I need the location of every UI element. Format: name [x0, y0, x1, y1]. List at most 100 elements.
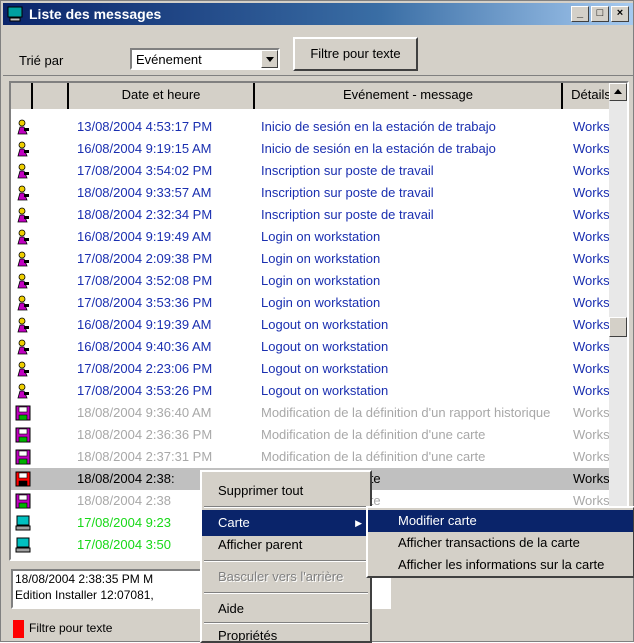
column-header-flag[interactable]	[33, 83, 69, 109]
sort-value: Evénement	[136, 52, 202, 67]
row-message: Login on workstation	[261, 273, 381, 288]
row-details: Workst	[573, 207, 614, 222]
row-date: 16/08/2004 9:40:36 AM	[77, 339, 212, 354]
close-button[interactable]: ×	[611, 6, 629, 22]
list-item[interactable]: 16/08/2004 9:19:39 AM Logout on workstati…	[11, 314, 619, 336]
menu-item-card-info[interactable]: Afficher les informations sur la carte	[368, 554, 633, 576]
menu-item-properties[interactable]: Propriétés	[202, 624, 370, 641]
list-item[interactable]: 18/08/2004 2:36:36 PM Modification de la …	[11, 424, 619, 446]
list-item[interactable]: 18/08/2004 2:32:34 PM Inscription sur pos…	[11, 204, 619, 226]
row-details: Workst	[573, 251, 614, 266]
row-message: Modification de la définition d'une cart…	[261, 449, 486, 464]
row-details: Workst	[573, 273, 614, 288]
row-date: 18/08/2004 2:38	[77, 493, 171, 508]
status-indicator	[13, 620, 24, 638]
row-date: 18/08/2004 2:37:31 PM	[77, 449, 213, 464]
person-icon	[15, 273, 31, 289]
list-item[interactable]: 18/08/2004 9:33:57 AM Inscription sur pos…	[11, 182, 619, 204]
list-item[interactable]: 16/08/2004 9:40:36 AM Logout on workstati…	[11, 336, 619, 358]
row-message: Logout on workstation	[261, 383, 389, 398]
row-message: Inscription sur poste de travail	[261, 207, 434, 222]
row-message: Logout on workstation	[261, 339, 389, 354]
status-text: Filtre pour texte	[29, 621, 113, 635]
row-message: Modification de la définition d'un rappo…	[261, 405, 551, 420]
row-details: Workst	[573, 427, 614, 442]
list-item[interactable]: 17/08/2004 3:54:02 PM Inscription sur pos…	[11, 160, 619, 182]
menu-item-help[interactable]: Aide	[202, 596, 370, 622]
computer-icon	[15, 537, 31, 553]
menu-item-delete-all[interactable]: Supprimer tout	[202, 478, 370, 504]
scroll-up-icon[interactable]	[609, 83, 627, 101]
row-details: Workst	[573, 339, 614, 354]
app-icon	[7, 6, 23, 22]
list-item[interactable]: 17/08/2004 3:52:08 PM Login on workstatio…	[11, 270, 619, 292]
row-date: 17/08/2004 3:54:02 PM	[77, 163, 213, 178]
list-item[interactable]: 16/08/2004 9:19:15 AM Inicio de sesión en…	[11, 138, 619, 160]
list-item[interactable]: 17/08/2004 3:53:36 PM Login on workstatio…	[11, 292, 619, 314]
vertical-scrollbar[interactable]	[609, 83, 627, 559]
column-header-icon[interactable]	[11, 83, 33, 109]
sort-label: Trié par	[19, 53, 64, 68]
messages-window: Liste des messages _ □ × Trié par Evénem…	[0, 0, 634, 643]
scroll-thumb[interactable]	[609, 317, 627, 337]
row-message: Inscription sur poste de travail	[261, 163, 434, 178]
row-date: 17/08/2004 3:53:36 PM	[77, 295, 213, 310]
row-date: 18/08/2004 2:36:36 PM	[77, 427, 213, 442]
row-details: Workst	[573, 229, 614, 244]
sort-combobox[interactable]: Evénement	[130, 48, 280, 70]
dropdown-arrow-icon[interactable]	[261, 50, 278, 68]
row-details: Workst	[573, 141, 614, 156]
maximize-button[interactable]: □	[591, 6, 609, 22]
person-icon	[15, 207, 31, 223]
row-date: 16/08/2004 9:19:49 AM	[77, 229, 212, 244]
title-bar[interactable]: Liste des messages _ □ ×	[3, 3, 633, 25]
list-item[interactable]: 16/08/2004 9:19:49 AM Login on workstatio…	[11, 226, 619, 248]
row-details: Workst	[573, 295, 614, 310]
person-icon	[15, 383, 31, 399]
menu-item-card-transactions[interactable]: Afficher transactions de la carte	[368, 532, 633, 554]
menu-item-show-parent[interactable]: Afficher parent	[202, 532, 370, 558]
list-item[interactable]: 13/08/2004 4:53:17 PM Inicio de sesión en…	[11, 116, 619, 138]
disk-icon	[15, 427, 31, 443]
person-icon	[15, 339, 31, 355]
row-details: Workst	[573, 185, 614, 200]
row-date: 18/08/2004 2:32:34 PM	[77, 207, 213, 222]
person-icon	[15, 163, 31, 179]
row-date: 17/08/2004 3:53:26 PM	[77, 383, 213, 398]
person-icon	[15, 295, 31, 311]
row-date: 18/08/2004 9:33:57 AM	[77, 185, 212, 200]
row-date: 18/08/2004 2:38:	[77, 471, 175, 486]
person-icon	[15, 119, 31, 135]
list-item[interactable]: 17/08/2004 3:53:26 PM Logout on workstati…	[11, 380, 619, 402]
row-details: Workst	[573, 119, 614, 134]
person-icon	[15, 317, 31, 333]
row-date: 17/08/2004 3:52:08 PM	[77, 273, 213, 288]
filter-text-button[interactable]: Filtre pour texte	[293, 37, 418, 71]
context-menu: Supprimer tout Carte ▶ Afficher parent B…	[200, 470, 372, 643]
minimize-button[interactable]: _	[571, 6, 589, 22]
row-message: Inicio de sesión en la estación de traba…	[261, 141, 496, 156]
row-date: 17/08/2004 2:23:06 PM	[77, 361, 213, 376]
disk-icon	[15, 449, 31, 465]
column-header-event[interactable]: Evénement - message	[255, 83, 563, 109]
computer-icon	[15, 515, 31, 531]
menu-separator	[204, 560, 368, 562]
row-details: Workst	[573, 317, 614, 332]
card-submenu: Modifier carte Afficher transactions de …	[366, 506, 634, 578]
list-item[interactable]: 17/08/2004 2:09:38 PM Login on workstatio…	[11, 248, 619, 270]
row-date: 18/08/2004 9:36:40 AM	[77, 405, 212, 420]
disk-red-icon	[15, 471, 31, 487]
disk-icon	[15, 493, 31, 509]
menu-item-edit-card[interactable]: Modifier carte	[368, 510, 633, 532]
person-icon	[15, 141, 31, 157]
list-item[interactable]: 18/08/2004 2:37:31 PM Modification de la …	[11, 446, 619, 468]
column-header-date[interactable]: Date et heure	[69, 83, 255, 109]
row-details: Workst	[573, 471, 614, 486]
menu-separator	[204, 506, 368, 508]
row-date: 17/08/2004 3:50	[77, 537, 171, 552]
row-message: Login on workstation	[261, 229, 381, 244]
toolbar: Trié par Evénement Filtre pour texte	[3, 31, 633, 76]
list-item[interactable]: 18/08/2004 9:36:40 AM Modification de la …	[11, 402, 619, 424]
row-message: Inscription sur poste de travail	[261, 185, 434, 200]
list-item[interactable]: 17/08/2004 2:23:06 PM Logout on workstati…	[11, 358, 619, 380]
